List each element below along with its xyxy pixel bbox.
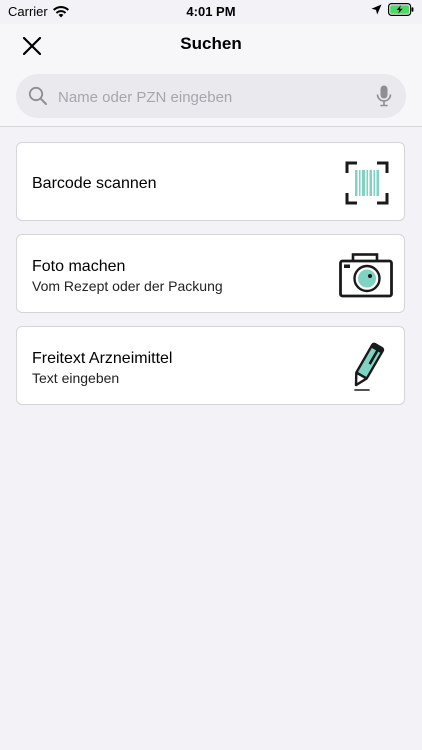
option-subtitle: Vom Rezept oder der Packung [32,278,223,294]
page-title: Suchen [180,34,242,53]
search-input[interactable] [56,74,370,120]
option-subtitle: Text eingeben [32,370,120,386]
freetext-option[interactable]: Freitext Arzneimittel Text eingeben [16,326,405,405]
camera-icon [339,253,393,298]
search-bar[interactable] [16,74,406,120]
search-icon [28,86,47,105]
option-title: Barcode scannen [32,175,157,192]
battery-charging-icon [388,3,414,16]
photo-option[interactable]: Foto machen Vom Rezept oder der Packung [16,234,405,313]
option-title: Freitext Arzneimittel [32,350,173,367]
status-time: 4:01 PM [186,4,236,19]
option-title: Foto machen [32,258,126,275]
pen-icon [354,342,385,391]
barcode-scan-option[interactable]: Barcode scannen [16,142,405,221]
microphone-icon[interactable] [376,85,392,107]
status-right [371,3,414,16]
nav-header: Suchen [0,24,422,127]
barcode-scan-icon [345,161,389,205]
status-bar: Carrier 4:01 PM [0,0,422,24]
location-arrow-icon [371,4,382,15]
